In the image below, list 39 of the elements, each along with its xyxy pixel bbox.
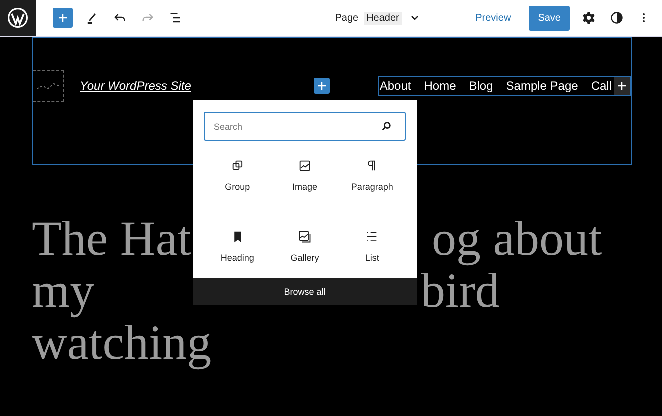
- block-item[interactable]: Gallery: [271, 226, 339, 278]
- heading-text: bird: [421, 265, 500, 317]
- preview-link[interactable]: Preview: [476, 12, 512, 24]
- settings-icon[interactable]: [580, 9, 598, 27]
- browse-all-button[interactable]: Browse all: [193, 278, 417, 305]
- block-item[interactable]: Group: [204, 155, 272, 208]
- heading-text: my: [32, 265, 95, 317]
- wordpress-logo[interactable]: [0, 0, 36, 36]
- template-name[interactable]: Header: [364, 12, 402, 24]
- block-item[interactable]: Image: [271, 155, 339, 208]
- block-item[interactable]: Paragraph: [338, 155, 406, 208]
- add-block-button[interactable]: [53, 8, 73, 28]
- plus-icon: [316, 80, 328, 92]
- heading-text: The Hat: [32, 213, 192, 265]
- plus-icon: [57, 12, 69, 24]
- block-item[interactable]: Heading: [204, 226, 272, 278]
- block-item[interactable]: List: [338, 226, 406, 278]
- heading-text: og about: [432, 213, 602, 265]
- document-type: Page: [335, 12, 359, 24]
- image-icon: [298, 159, 312, 173]
- nav-link[interactable]: About: [380, 79, 412, 93]
- search-icon: [381, 121, 392, 132]
- add-nav-button[interactable]: [614, 77, 630, 95]
- gallery-icon: [298, 230, 312, 244]
- search-field[interactable]: Search: [204, 112, 406, 141]
- group-icon: [230, 159, 245, 173]
- logo-placeholder[interactable]: [33, 70, 64, 102]
- nav-link[interactable]: Sample Page: [506, 79, 578, 93]
- save-button[interactable]: Save: [529, 6, 570, 30]
- nav-link[interactable]: Call: [591, 79, 612, 93]
- plus-icon: [616, 80, 628, 92]
- list-icon: [365, 230, 380, 244]
- insert-block-button[interactable]: [314, 78, 330, 94]
- site-title[interactable]: Your WordPress Site: [80, 79, 298, 93]
- half-circle-icon[interactable]: [608, 9, 626, 27]
- navigation-block[interactable]: About Home Blog Sample Page Call: [378, 76, 631, 96]
- nav-link[interactable]: Blog: [469, 79, 494, 93]
- nav-link[interactable]: Home: [424, 79, 456, 93]
- heading-text: watching: [32, 317, 212, 369]
